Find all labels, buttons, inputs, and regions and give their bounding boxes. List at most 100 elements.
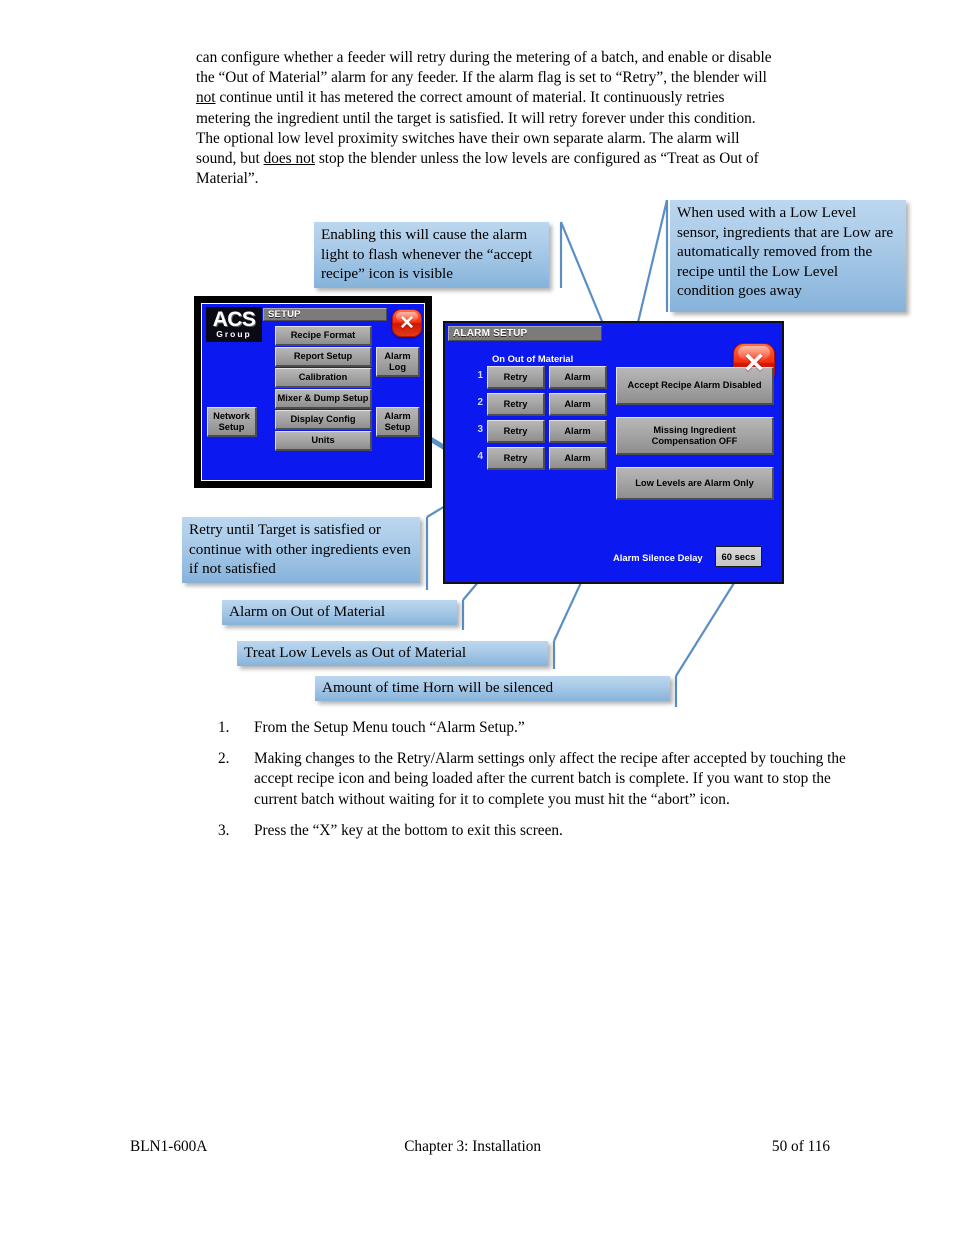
alarm-row-number-2: 2 (471, 397, 483, 408)
step-item-2: 2. Making changes to the Retry/Alarm set… (196, 749, 846, 810)
setup-button-recipe-format-label: Recipe Format (290, 330, 356, 340)
callout-accept-recipe-text: Enabling this will cause the alarm light… (321, 226, 533, 282)
callout-low-level-sensor: When used with a Low Level sensor, ingre… (670, 200, 906, 312)
alarm-row-1-retry-button[interactable]: Retry (487, 366, 545, 389)
alarm-row-1-alarm-button[interactable]: Alarm (549, 366, 607, 389)
callout-retry-until-target-text: Retry until Target is satisfied or conti… (189, 521, 411, 577)
alarm-title-bar: ALARM SETUP (448, 326, 602, 341)
body-line-7: Material”. (196, 170, 259, 188)
setup-button-alarm-setup-label-2: Setup (384, 421, 411, 432)
alarm-column-header: On Out of Material (492, 353, 573, 364)
alarm-low-levels-toggle[interactable]: Low Levels are Alarm Only (616, 467, 774, 500)
step-3-number: 3. (218, 821, 230, 839)
setup-button-mixer-dump-setup-label: Mixer & Dump Setup (277, 393, 369, 403)
alarm-row-number-3: 3 (471, 424, 483, 435)
alarm-row-3-retry-label: Retry (503, 425, 528, 436)
acs-logo-top: ACS (212, 308, 256, 331)
alarm-accept-recipe-toggle-label: Accept Recipe Alarm Disabled (627, 380, 762, 390)
step-1-text: From the Setup Menu touch “Alarm Setup.” (254, 719, 525, 736)
footer-chapter: Chapter 3: Installation (404, 1138, 542, 1155)
setup-screen: ACS Group SETUP ✕ Recipe Format Report S… (194, 296, 432, 488)
body-line-1: can configure whether a feeder will retr… (196, 49, 772, 66)
alarm-row-4-retry-label: Retry (503, 452, 528, 463)
step-2-number: 2. (218, 750, 230, 768)
setup-button-calibration-label: Calibration (298, 372, 348, 382)
alarm-silence-delay-value[interactable]: 60 secs (715, 546, 762, 567)
setup-button-alarm-setup[interactable]: Alarm Setup (376, 407, 420, 437)
setup-button-report-setup[interactable]: Report Setup (275, 347, 372, 367)
callout-horn-silence-time: Amount of time Horn will be silenced (315, 676, 670, 701)
alarm-missing-ingredient-toggle-label-1: Missing Ingredient (653, 424, 736, 435)
setup-close-glyph: ✕ (399, 312, 415, 334)
setup-button-alarm-setup-label-1: Alarm (384, 410, 411, 421)
setup-button-alarm-log-label-1: Alarm (384, 350, 411, 361)
body-line-3-rest: continue until it has metered the correc… (215, 89, 725, 107)
alarm-row-3-alarm-label: Alarm (564, 425, 591, 436)
alarm-close-glyph: ✕ (742, 347, 766, 378)
alarm-row-number-4-text: 4 (477, 451, 483, 462)
alarm-setup-screen: ALARM SETUP ✕ On Out of Material 1 Retry… (443, 321, 784, 584)
setup-title-text: SETUP (268, 309, 301, 320)
alarm-row-1-retry-label: Retry (503, 371, 528, 382)
body-line-5: The optional low level proximity switche… (196, 129, 740, 147)
alarm-silence-delay-label-text: Alarm Silence Delay (613, 552, 703, 563)
callout-accept-recipe: Enabling this will cause the alarm light… (314, 222, 549, 288)
callout-low-level-sensor-text: When used with a Low Level sensor, ingre… (677, 204, 894, 299)
step-item-1: 1. From the Setup Menu touch “Alarm Setu… (196, 718, 846, 738)
callout-alarm-on-out-of-material-text: Alarm on Out of Material (229, 603, 386, 620)
setup-button-display-config-label: Display Config (290, 414, 356, 424)
alarm-row-4-retry-button[interactable]: Retry (487, 447, 545, 470)
setup-button-network-setup-label-1: Network (213, 410, 250, 421)
alarm-row-number-1: 1 (471, 370, 483, 381)
setup-button-calibration[interactable]: Calibration (275, 368, 372, 388)
body-line-4: metering the ingredient until the target… (196, 109, 756, 127)
page-footer: BLN1-600A Chapter 3: Installation 50 of … (130, 1138, 830, 1156)
alarm-low-levels-toggle-label: Low Levels are Alarm Only (635, 477, 754, 488)
step-3-text: Press the “X” key at the bottom to exit … (254, 821, 563, 839)
setup-button-alarm-log[interactable]: Alarm Log (376, 347, 420, 377)
body-line-6: sound, but does not stop the blender unl… (196, 149, 844, 169)
alarm-row-2-alarm-button[interactable]: Alarm (549, 393, 607, 416)
callout-horn-silence-time-text: Amount of time Horn will be silenced (322, 679, 554, 696)
callout-treat-low-levels: Treat Low Levels as Out of Material (237, 641, 548, 666)
body-line-2: the “Out of Material” alarm for any feed… (196, 69, 767, 87)
body-line-3: not continue until it has metered the co… (196, 88, 844, 108)
alarm-row-2-retry-button[interactable]: Retry (487, 393, 545, 416)
setup-button-display-config[interactable]: Display Config (275, 410, 372, 430)
setup-button-mixer-dump-setup[interactable]: Mixer & Dump Setup (275, 389, 372, 409)
setup-title-bar: SETUP (263, 308, 387, 321)
acs-logo: ACS Group (206, 307, 262, 342)
alarm-row-number-3-text: 3 (477, 424, 483, 435)
callout-treat-low-levels-text: Treat Low Levels as Out of Material (244, 644, 467, 661)
step-2-text: Making changes to the Retry/Alarm settin… (254, 750, 846, 808)
emphasis-not: not (196, 89, 216, 107)
setup-button-network-setup-label-2: Setup (218, 421, 245, 432)
alarm-missing-ingredient-toggle-label-2: Compensation OFF (651, 435, 738, 446)
alarm-silence-delay-label: Alarm Silence Delay (613, 552, 703, 563)
step-1-number: 1. (218, 719, 230, 736)
alarm-row-3-retry-button[interactable]: Retry (487, 420, 545, 443)
setup-button-network-setup[interactable]: Network Setup (207, 407, 257, 437)
setup-close-icon[interactable]: ✕ (392, 309, 422, 337)
alarm-missing-ingredient-toggle[interactable]: Missing Ingredient Compensation OFF (616, 417, 774, 455)
footer-document-id: BLN1-600A (130, 1138, 208, 1155)
alarm-column-header-text: On Out of Material (492, 353, 574, 364)
alarm-row-1-alarm-label: Alarm (564, 371, 591, 382)
alarm-row-number-2-text: 2 (477, 397, 483, 408)
alarm-row-4-alarm-button[interactable]: Alarm (549, 447, 607, 470)
alarm-row-3-alarm-button[interactable]: Alarm (549, 420, 607, 443)
footer-page-number: 50 of 116 (771, 1138, 830, 1155)
setup-button-units-label: Units (311, 435, 335, 445)
callout-retry-until-target: Retry until Target is satisfied or conti… (182, 517, 420, 583)
alarm-row-number-1-text: 1 (477, 370, 483, 381)
setup-button-alarm-log-label-2: Log (388, 361, 407, 372)
setup-button-recipe-format[interactable]: Recipe Format (275, 326, 372, 346)
alarm-row-2-retry-label: Retry (503, 398, 528, 409)
intro-paragraph: can configure whether a feeder will retr… (196, 48, 844, 189)
body-line-6-rest: stop the blender unless the low levels a… (315, 150, 759, 168)
alarm-row-2-alarm-label: Alarm (564, 398, 591, 409)
setup-button-units[interactable]: Units (275, 431, 372, 451)
instruction-steps: 1. From the Setup Menu touch “Alarm Setu… (196, 718, 846, 852)
alarm-row-number-4: 4 (471, 451, 483, 462)
alarm-title-text: ALARM SETUP (453, 328, 528, 339)
